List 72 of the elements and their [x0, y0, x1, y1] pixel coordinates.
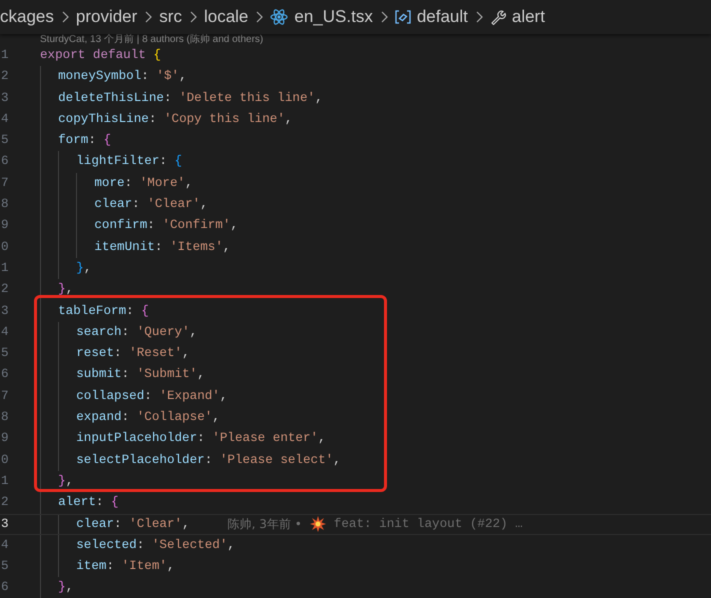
line-number: 4	[0, 536, 10, 554]
code-line: },	[58, 579, 74, 596]
line-number: 1	[0, 472, 10, 490]
line-number: 4	[0, 110, 10, 128]
atom-icon	[270, 9, 288, 25]
line-number: 9	[0, 217, 10, 234]
blame-author: 陈帅, 3年前 •	[228, 516, 302, 533]
chevron-icon	[144, 11, 152, 23]
code-line: submit: 'Submit',	[76, 366, 205, 384]
breadcrumb-item[interactable]: src	[159, 7, 182, 27]
breadcrumb-item[interactable]: provider	[76, 7, 138, 27]
code-line: tableForm: {	[58, 302, 149, 320]
code-line: copyThisLine: 'Copy this line',	[58, 110, 292, 128]
line-number: 1	[0, 260, 10, 277]
line-number: 2	[0, 494, 10, 512]
explosion-icon	[310, 516, 326, 532]
code-line: deleteThisLine: 'Delete this line',	[58, 90, 323, 107]
chevron-icon	[474, 11, 483, 23]
code-line: inputPlaceholder: 'Please enter',	[76, 430, 326, 448]
line-number: 5	[0, 132, 10, 150]
code-line: confirm: 'Confirm',	[94, 217, 238, 234]
chevron-icon	[255, 11, 264, 23]
line-number: 9	[0, 430, 10, 448]
line-number: 5	[0, 345, 10, 362]
code-line: },	[58, 281, 74, 298]
code-line: moneySymbol: '$',	[58, 68, 187, 86]
line-number: 8	[0, 196, 10, 214]
line-number: 3	[0, 90, 10, 107]
code-line: itemUnit: 'Items',	[94, 238, 230, 256]
blame-message: feat: init layout (#22) …	[334, 516, 523, 533]
breadcrumb-item[interactable]: ckages	[0, 7, 54, 27]
code-line: expand: 'Collapse',	[76, 409, 220, 426]
code-line: alert: {	[58, 494, 119, 512]
breadcrumb-item[interactable]: en_US.tsx	[294, 7, 373, 27]
code-line: more: 'More',	[94, 174, 193, 192]
line-number: 1	[0, 47, 10, 64]
code-line: form: {	[58, 132, 112, 150]
line-number: 6	[0, 579, 10, 596]
breadcrumb-item[interactable]: default	[416, 7, 468, 27]
line-number: 0	[0, 238, 10, 256]
chevron-icon	[380, 11, 388, 23]
code-line: selectPlaceholder: 'Please select',	[76, 452, 341, 469]
code-line: clear: 'Clear',	[94, 196, 208, 214]
code-line: selected: 'Selected',	[76, 536, 235, 554]
chevron-icon	[188, 11, 197, 23]
line-number: 7	[0, 388, 10, 405]
codelens-text[interactable]: SturdyCat, 13 个月前 | 8 authors (陈帅 and others)	[0, 34, 711, 45]
line-number: 7	[0, 174, 10, 192]
code-line: reset: 'Reset',	[76, 345, 190, 362]
code-line: item: 'Item',	[76, 558, 175, 576]
line-number: 5	[0, 558, 10, 576]
line-number: 4	[0, 324, 10, 341]
code-line: search: 'Query',	[76, 324, 198, 341]
code-line: export default {	[40, 47, 161, 64]
line-number: 0	[0, 452, 10, 469]
line-number: 6	[0, 153, 10, 170]
code-line: lightFilter: {	[76, 153, 182, 170]
code-line: clear: 'Clear',	[76, 516, 190, 533]
line-number: 6	[0, 366, 10, 384]
wrench-icon	[490, 9, 506, 25]
code-line: },	[76, 260, 92, 277]
line-number: 8	[0, 409, 10, 426]
breadcrumb-item[interactable]: locale	[204, 7, 248, 27]
line-number: 2	[0, 68, 10, 86]
module-icon	[394, 10, 411, 24]
line-number: 3	[0, 302, 10, 320]
breadcrumb-item[interactable]: alert	[512, 7, 545, 27]
chevron-icon	[60, 11, 69, 23]
code-line: },	[58, 472, 74, 490]
code-line: collapsed: 'Expand',	[76, 388, 228, 405]
line-number: 2	[0, 281, 10, 298]
line-number: 3	[0, 516, 10, 533]
